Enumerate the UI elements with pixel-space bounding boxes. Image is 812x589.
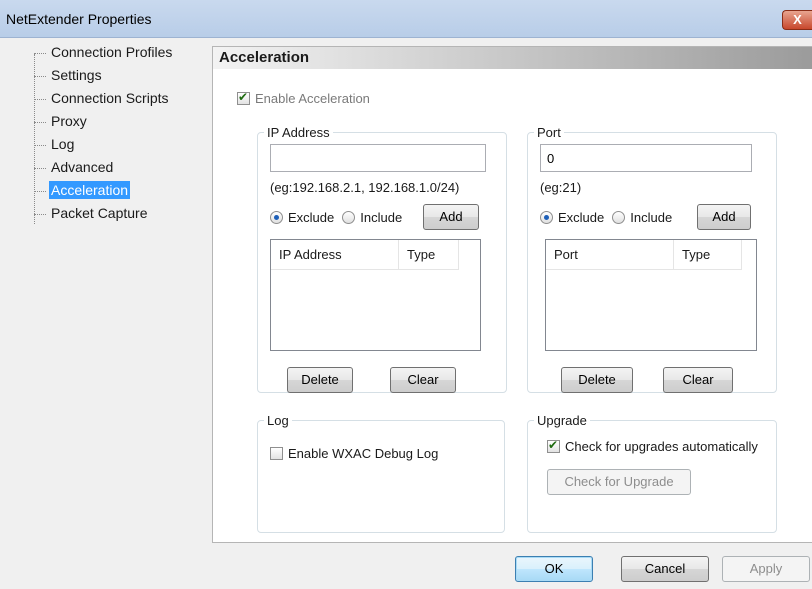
enable-acceleration-label: Enable Acceleration xyxy=(255,91,370,106)
port-add-button[interactable]: Add xyxy=(697,204,751,230)
upgrade-legend: Upgrade xyxy=(537,413,587,428)
tree-item-label: Packet Capture xyxy=(51,205,148,221)
tree-item-acceleration[interactable]: Acceleration xyxy=(34,181,131,204)
type-column-header[interactable]: Type xyxy=(399,240,459,270)
nav-tree: Connection Profiles Settings Connection … xyxy=(14,44,204,524)
port-list[interactable]: Port Type xyxy=(545,239,757,351)
tree-item-proxy[interactable]: Proxy xyxy=(34,113,89,135)
tree-item-log[interactable]: Log xyxy=(34,136,76,158)
port-delete-button[interactable]: Delete xyxy=(561,367,633,393)
tree-item-connection-scripts[interactable]: Connection Scripts xyxy=(34,90,171,112)
ip-address-list[interactable]: IP Address Type xyxy=(270,239,481,351)
ip-list-header: IP Address Type xyxy=(271,240,459,270)
port-legend: Port xyxy=(537,125,561,140)
tree-connector xyxy=(34,190,46,192)
tree-item-label: Acceleration xyxy=(49,181,131,199)
tree-item-connection-profiles[interactable]: Connection Profiles xyxy=(34,44,174,66)
tree-item-label: Log xyxy=(51,136,75,152)
ip-delete-button[interactable]: Delete xyxy=(287,367,353,393)
port-clear-button[interactable]: Clear xyxy=(663,367,733,393)
apply-button[interactable]: Apply xyxy=(722,556,810,582)
close-button[interactable]: X xyxy=(782,10,812,30)
port-exclude-radio[interactable] xyxy=(540,211,553,224)
auto-upgrade-checkbox[interactable]: Check for upgrades automatically xyxy=(547,438,758,454)
port-include-radio[interactable] xyxy=(612,211,626,224)
tree-item-label: Proxy xyxy=(51,113,87,129)
enable-acceleration-checkbox[interactable]: Enable Acceleration xyxy=(237,90,370,106)
checkbox-box xyxy=(547,438,560,453)
tree-connector xyxy=(34,167,46,169)
checkbox-box xyxy=(270,447,283,460)
ip-address-input[interactable] xyxy=(270,144,486,172)
ip-clear-button[interactable]: Clear xyxy=(390,367,456,393)
port-type-column-header[interactable]: Type xyxy=(674,240,742,270)
tree-connector xyxy=(34,98,46,100)
port-hint: (eg:21) xyxy=(540,180,582,195)
dialog-client: Connection Profiles Settings Connection … xyxy=(0,38,812,589)
ip-address-legend: IP Address xyxy=(267,125,330,140)
title-bar: NetExtender Properties X xyxy=(0,0,812,38)
ok-button[interactable]: OK xyxy=(515,556,593,582)
tree-connector xyxy=(34,52,46,54)
port-column-header[interactable]: Port xyxy=(546,240,674,270)
ip-include-label: Include xyxy=(360,210,403,225)
port-mode-radios: Exclude Include xyxy=(540,210,680,225)
log-group: Log xyxy=(257,413,505,533)
tree-connector xyxy=(34,144,46,146)
acceleration-panel: Acceleration Enable Acceleration IP Addr… xyxy=(212,46,812,543)
tree-item-settings[interactable]: Settings xyxy=(34,67,104,89)
tree-connector xyxy=(34,213,46,215)
dialog-footer: OK Cancel Apply xyxy=(0,543,812,589)
ip-address-hint: (eg:192.168.2.1, 192.168.1.0/24) xyxy=(270,180,460,195)
auto-upgrade-label: Check for upgrades automatically xyxy=(565,439,758,454)
panel-title: Acceleration xyxy=(213,47,812,69)
ip-include-radio[interactable] xyxy=(342,211,356,224)
tree-item-label: Connection Profiles xyxy=(51,44,173,60)
debug-log-label: Enable WXAC Debug Log xyxy=(288,446,439,461)
port-exclude-label: Exclude xyxy=(558,210,605,225)
debug-log-checkbox[interactable]: Enable WXAC Debug Log xyxy=(270,446,438,461)
ip-add-button[interactable]: Add xyxy=(423,204,479,230)
checkbox-box xyxy=(237,90,250,105)
tree-connector xyxy=(34,75,46,77)
tree-item-label: Connection Scripts xyxy=(51,90,169,106)
tree-connector xyxy=(34,121,46,123)
check-for-upgrade-button[interactable]: Check for Upgrade xyxy=(547,469,691,495)
port-input[interactable] xyxy=(540,144,752,172)
tree-item-advanced[interactable]: Advanced xyxy=(34,159,115,181)
cancel-button[interactable]: Cancel xyxy=(621,556,709,582)
ip-column-header[interactable]: IP Address xyxy=(271,240,399,270)
close-icon: X xyxy=(793,12,802,27)
log-legend: Log xyxy=(267,413,289,428)
tree-item-label: Advanced xyxy=(51,159,114,175)
tree-item-packet-capture[interactable]: Packet Capture xyxy=(34,205,150,227)
port-list-header: Port Type xyxy=(546,240,742,270)
ip-mode-radios: Exclude Include xyxy=(270,210,410,225)
ip-exclude-radio[interactable] xyxy=(270,211,283,224)
ip-exclude-label: Exclude xyxy=(288,210,335,225)
tree-item-label: Settings xyxy=(51,67,102,83)
window-title: NetExtender Properties xyxy=(6,11,152,27)
port-include-label: Include xyxy=(630,210,673,225)
